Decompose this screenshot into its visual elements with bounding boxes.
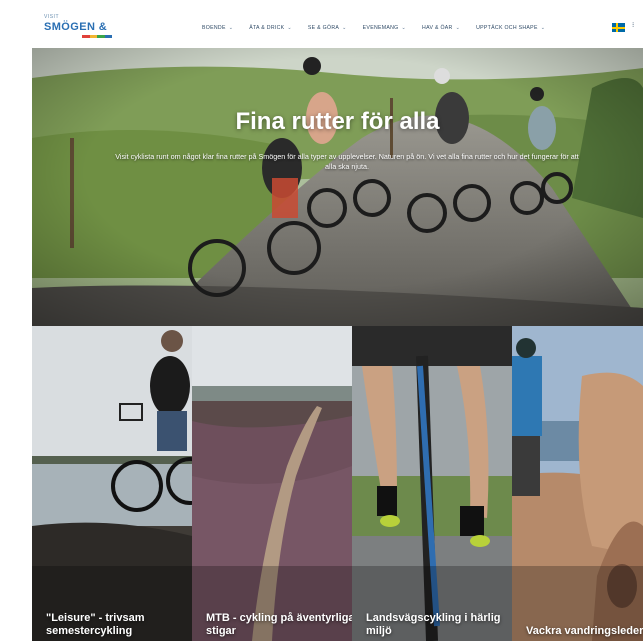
nav-item-ata-dricka[interactable]: ÄTA & DRICK ⌄	[241, 8, 300, 48]
hero-subtitle: Visit cyklista runt om något klar fina r…	[115, 152, 579, 171]
activity-cards: "Leisure" - trivsam semestercykling MTB …	[32, 326, 643, 641]
card-photo-road	[352, 326, 512, 641]
nav-label: ÄTA & DRICK	[249, 25, 285, 31]
card-photo-mtb	[192, 326, 352, 641]
hero-title: Fina rutter för alla	[235, 108, 440, 135]
card-photo-hiking	[512, 326, 643, 641]
swedish-flag-icon[interactable]	[612, 23, 625, 32]
chevron-down-icon: ⌄	[342, 25, 347, 31]
nav-item-hav-oar[interactable]: HAV & ÖAR ⌄	[414, 8, 468, 48]
nav-label: BOENDE	[202, 25, 226, 31]
nav-label: EVENEMANG	[362, 25, 399, 31]
nav-item-upptack[interactable]: UPPTÄCK OCH SHAPE ⌄	[468, 8, 553, 48]
card-title: Vackra vandringsleder	[526, 625, 643, 637]
nav-label: UPPTÄCK OCH SHAPE	[476, 25, 538, 31]
logo-small-text: VISIT	[44, 14, 60, 20]
hero-photo-cyclists	[32, 48, 643, 326]
main-nav: BOENDE ⌄ ÄTA & DRICK ⌄ SE & GÖRA ⌄ EVENEMAN…	[194, 8, 553, 48]
card-title: MTB - cykling på äventyrliga stigar	[206, 612, 352, 637]
site-header: VISIT SMÖGEN & BOENDE ⌄ ÄTA & DRICK ⌄ SE &…	[32, 8, 643, 48]
language-more-icon[interactable]: ⁝	[632, 21, 634, 29]
card-mtb-cycling[interactable]: MTB - cykling på äventyrliga stigar	[192, 326, 352, 641]
card-title: Landsvägscykling i härlig miljö	[366, 612, 501, 637]
card-hiking-trails[interactable]: Vackra vandringsleder	[512, 326, 643, 641]
nav-label: SE & GÖRA	[307, 25, 340, 31]
logo-color-bar	[82, 35, 112, 38]
chevron-down-icon: ⌄	[455, 25, 461, 31]
logo-main-text: SMÖGEN &	[44, 21, 108, 33]
nav-label: HAV & ÖAR	[422, 25, 453, 31]
nav-item-evenemang[interactable]: EVENEMANG ⌄	[355, 8, 414, 48]
nav-item-se-gora[interactable]: SE & GÖRA ⌄	[300, 8, 355, 48]
nav-item-boende[interactable]: BOENDE ⌄	[194, 8, 241, 48]
chevron-down-icon: ⌄	[287, 25, 292, 31]
chevron-down-icon: ⌄	[401, 25, 407, 31]
hero-banner: Fina rutter för alla Visit cyklista runt…	[32, 48, 643, 326]
chevron-down-icon: ⌄	[228, 25, 234, 31]
chevron-down-icon: ⌄	[540, 25, 546, 31]
card-leisure-cycling[interactable]: "Leisure" - trivsam semestercykling	[32, 326, 192, 641]
site-logo[interactable]: VISIT SMÖGEN &	[44, 14, 114, 42]
card-title: "Leisure" - trivsam semestercykling	[46, 612, 145, 637]
card-road-cycling[interactable]: Landsvägscykling i härlig miljö	[352, 326, 512, 641]
card-photo-leisure	[32, 326, 192, 641]
